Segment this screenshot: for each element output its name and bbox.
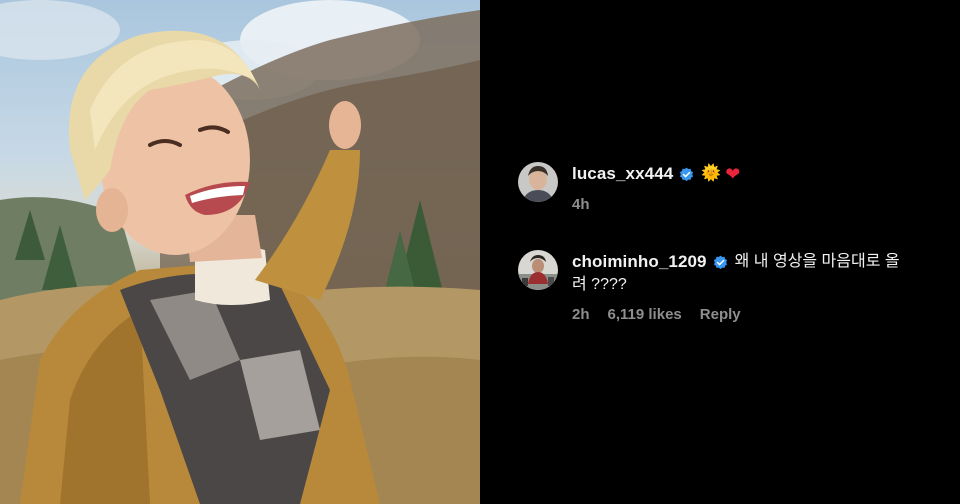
avatar[interactable] [518,250,558,290]
selfie-illustration [0,0,480,504]
verified-badge-icon [713,255,727,269]
comment-time: 4h [572,196,590,213]
avatar-image-icon [518,162,558,202]
comment-text-continued: 려 ???? [572,276,627,293]
heart-emoji-icon: ❤ [725,164,741,184]
comment-meta: 2h 6,119 likes Reply [572,306,900,323]
avatar-image-icon [518,250,558,290]
comments-panel: lucas_xx444 🌞 ❤ 4h choiminho_1209 왜 내 영상… [480,0,960,504]
comment-username[interactable]: choiminho_1209 [572,250,707,274]
post-photo[interactable] [0,0,480,504]
comment-item: choiminho_1209 왜 내 영상을 마음대로 올 려 ???? 2h … [518,250,900,323]
comment-item: lucas_xx444 🌞 ❤ 4h [518,162,744,213]
comment-time: 2h [572,306,590,323]
comment-meta: 4h [572,196,744,213]
comment-text: 왜 내 영상을 마음대로 올 [734,253,900,270]
comment-username[interactable]: lucas_xx444 [572,162,673,186]
verified-badge-icon [680,167,694,181]
sun-emoji-icon: 🌞 [701,165,722,182]
reply-button[interactable]: Reply [700,306,741,323]
comment-likes[interactable]: 6,119 likes [608,306,682,323]
avatar[interactable] [518,162,558,202]
post-frame: lucas_xx444 🌞 ❤ 4h choiminho_1209 왜 내 영상… [0,0,960,504]
